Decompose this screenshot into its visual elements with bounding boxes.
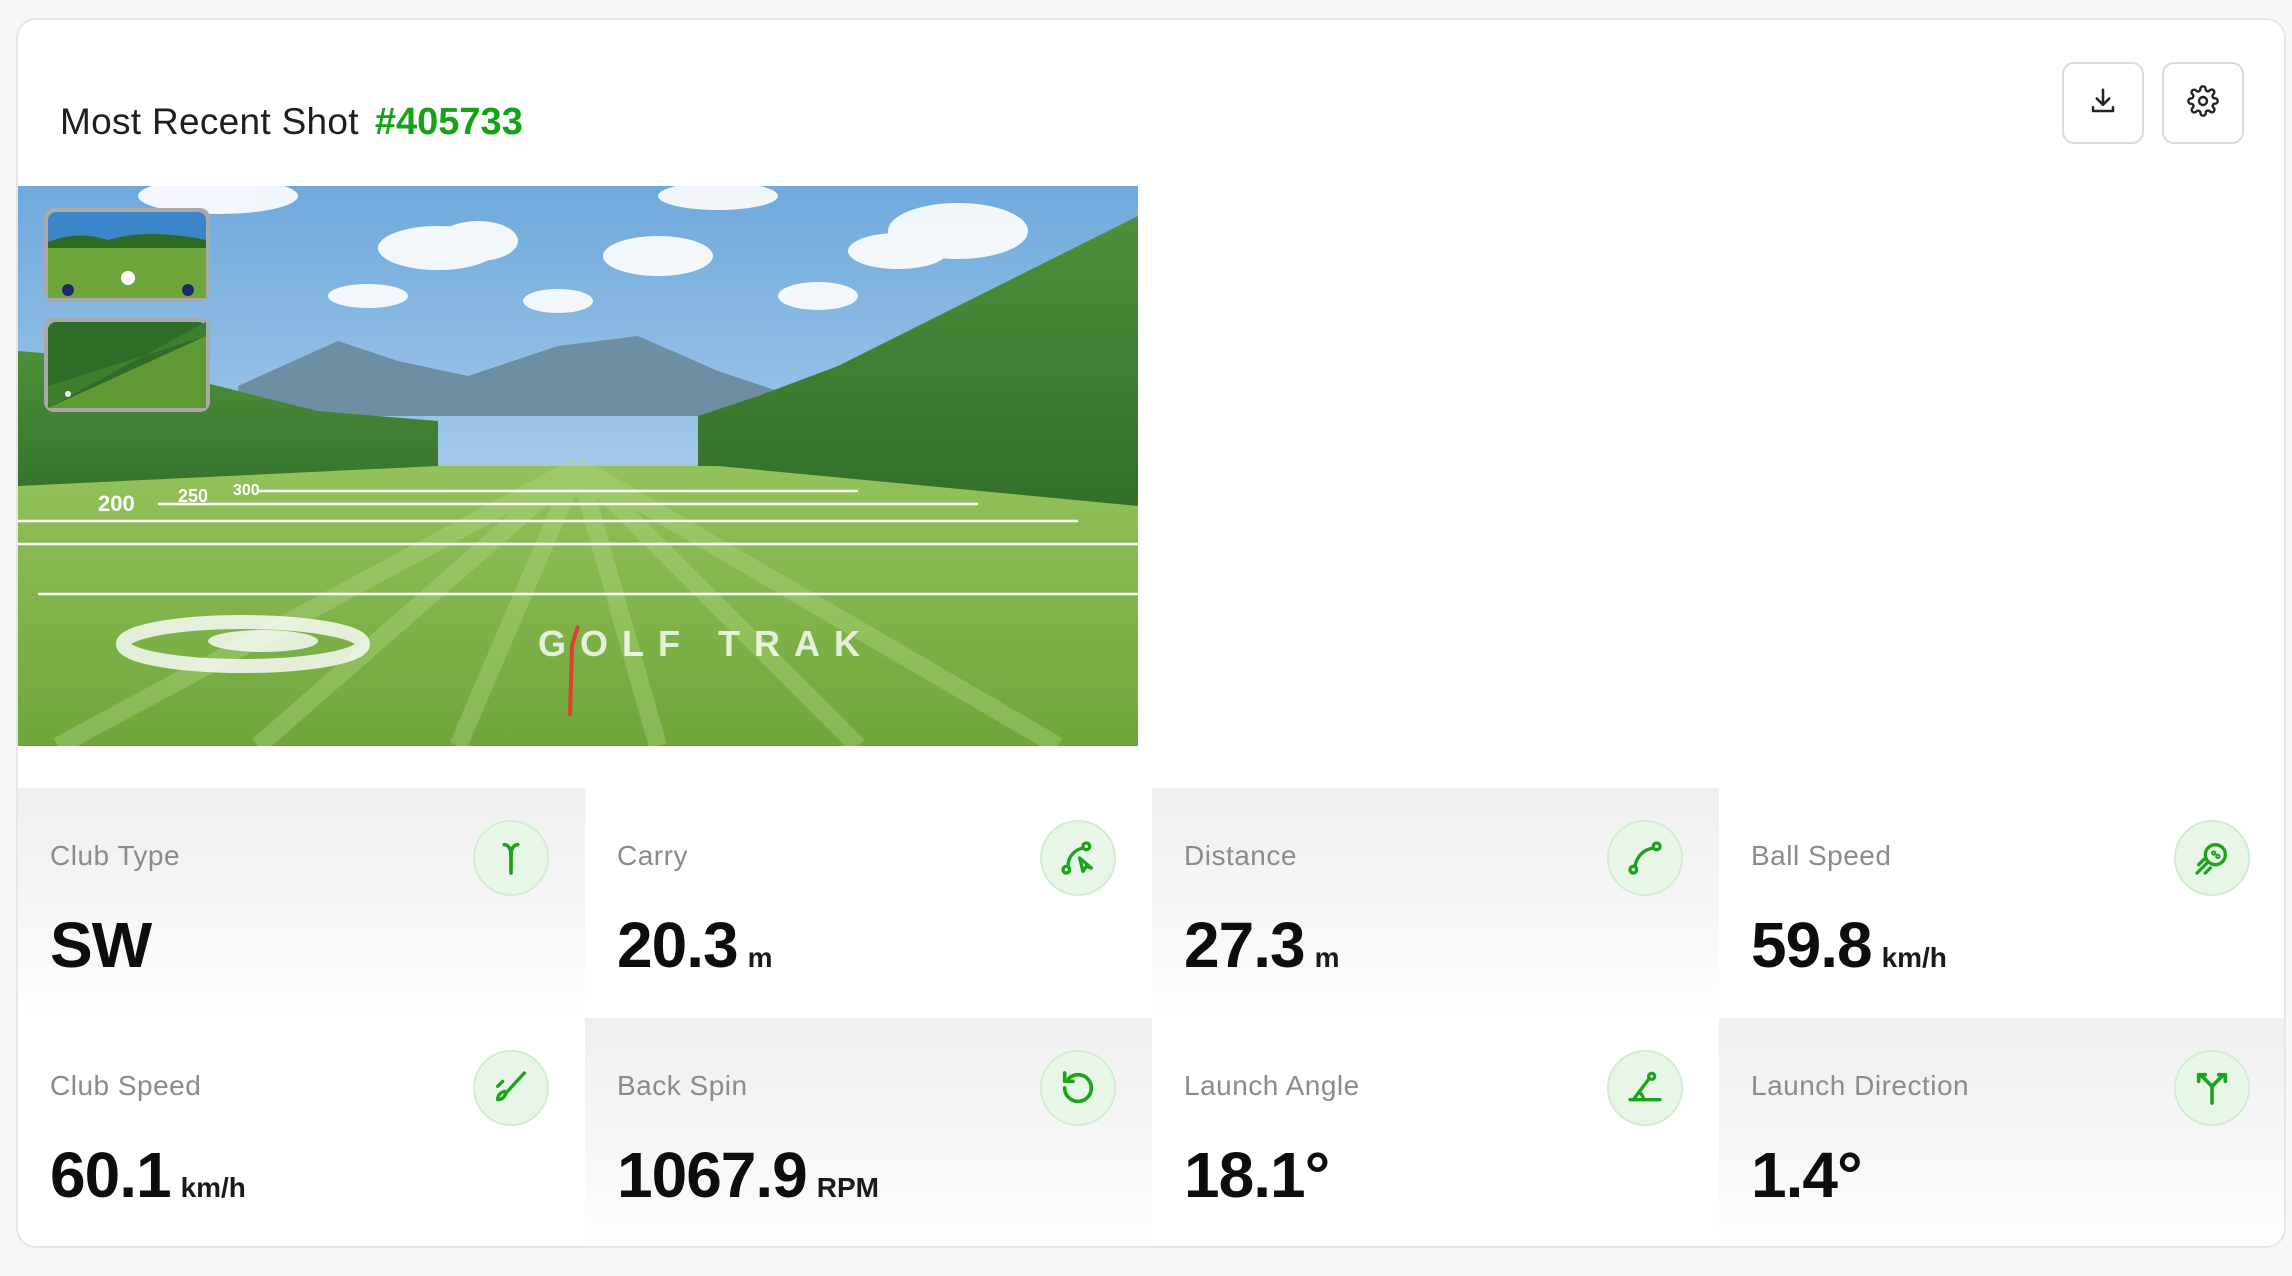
metric-club-type: Club Type SW [18,788,585,1018]
shot-id[interactable]: #405733 [375,101,523,144]
metric-value: 60.1 km/h [50,1138,246,1212]
metric-unit: RPM [816,1172,879,1203]
metric-value: 18.1° [1184,1138,1339,1212]
metric-value: 59.8 km/h [1751,908,1947,982]
metric-back-spin: Back Spin 1067.9 RPM [585,1018,1152,1246]
metric-label: Distance [1184,840,1297,871]
metric-number: 20.3 [617,909,739,981]
metric-club-speed: Club Speed 60.1 km/h [18,1018,585,1246]
split-direction-icon [2174,1050,2250,1126]
metric-label: Launch Angle [1184,1070,1360,1101]
metric-label: Launch Direction [1751,1070,1970,1101]
metric-number: 1.4° [1751,1139,1863,1211]
metric-value: 1.4° [1751,1138,1872,1212]
metric-unit: km/h [180,1172,246,1203]
range-scene: 200 250 300 GOLF TRAK [18,186,1138,746]
camera-thumbnail-front[interactable] [44,208,210,302]
metric-value: SW [50,908,161,982]
rotate-icon [1040,1050,1116,1126]
metric-label: Carry [617,840,688,871]
metric-ball-speed: Ball Speed 59.8 km/h [1719,788,2284,1018]
metric-label: Club Type [50,840,181,871]
metric-value: 20.3 m [617,908,772,982]
yard-marker-200: 200 [98,491,135,516]
metric-number: 60.1 [50,1139,172,1211]
metric-value: 27.3 m [1184,908,1339,982]
angle-icon [1607,1050,1683,1126]
card-title: Most Recent Shot [60,101,359,142]
download-button[interactable] [2062,62,2144,144]
metric-unit: m [747,942,773,973]
ball-speed-icon [2174,820,2250,896]
metric-number: 18.1° [1184,1139,1330,1211]
settings-button[interactable] [2162,62,2244,144]
metric-launch-angle: Launch Angle 18.1° [1152,1018,1719,1246]
metric-distance: Distance 27.3 m [1152,788,1719,1018]
metric-number: 27.3 [1184,909,1306,981]
metric-carry: Carry 20.3 m [585,788,1152,1018]
distance-arc-icon [1607,820,1683,896]
club-speed-icon [473,1050,549,1126]
camera-thumbnail-top[interactable] [44,318,210,412]
metric-label: Back Spin [617,1070,748,1101]
download-icon [2088,86,2118,121]
metric-number: SW [50,909,152,981]
carry-arc-icon [1040,820,1116,896]
brand-text: GOLF TRAK [538,623,874,664]
metric-unit: m [1314,942,1340,973]
yard-marker-300: 300 [233,482,260,499]
metric-label: Ball Speed [1751,840,1892,871]
card-header: Most Recent Shot #405733 [60,82,523,162]
metric-unit: km/h [1881,942,1947,973]
metric-label: Club Speed [50,1070,202,1101]
yard-marker-250: 250 [178,486,208,506]
club-icon [473,820,549,896]
metric-value: 1067.9 RPM [617,1138,879,1212]
shot-card: Most Recent Shot #405733 200 250 300 GOL… [16,18,2286,1248]
gear-icon [2187,84,2219,122]
metric-number: 59.8 [1751,909,1873,981]
metric-launch-direction: Launch Direction 1.4° [1719,1018,2284,1246]
metric-number: 1067.9 [617,1139,808,1211]
metrics-grid: Club Type SW Carry 20.3 m Distance 27.3 … [18,788,2284,1246]
shot-view[interactable]: 200 250 300 GOLF TRAK [18,186,1138,746]
